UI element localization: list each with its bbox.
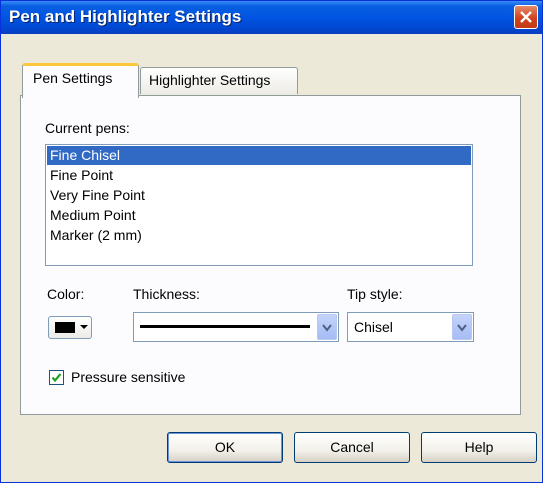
dialog-window: Pen and Highlighter Settings Pen Setting… <box>0 0 543 483</box>
tab-highlighter-settings-label: Highlighter Settings <box>149 72 271 88</box>
tip-style-dropdown[interactable]: Chisel <box>347 312 474 342</box>
list-item[interactable]: Very Fine Point <box>47 186 471 205</box>
checkmark-icon <box>51 373 62 383</box>
ok-button[interactable]: OK <box>167 432 283 463</box>
list-item[interactable]: Medium Point <box>47 206 471 225</box>
tab-panel: Current pens: Fine Chisel Fine Point Ver… <box>20 95 521 415</box>
color-swatch <box>55 322 75 333</box>
close-icon <box>520 11 532 23</box>
tip-style-label: Tip style: <box>347 286 403 302</box>
list-item[interactable]: Marker (2 mm) <box>47 226 471 245</box>
tab-pen-settings-label: Pen Settings <box>33 70 113 86</box>
list-item[interactable]: Fine Point <box>47 166 471 185</box>
tip-style-value: Chisel <box>354 319 393 335</box>
cancel-button[interactable]: Cancel <box>294 432 410 463</box>
current-pens-label: Current pens: <box>45 120 130 136</box>
list-item[interactable]: Fine Chisel <box>47 146 471 165</box>
thickness-dropdown[interactable] <box>133 312 339 342</box>
close-button[interactable] <box>514 5 538 29</box>
thickness-line-sample <box>140 325 310 328</box>
color-label: Color: <box>47 286 85 302</box>
tip-style-dropdown-arrow[interactable] <box>452 314 472 340</box>
thickness-label: Thickness: <box>133 286 200 302</box>
pressure-sensitive-checkbox[interactable] <box>49 370 64 385</box>
pens-listbox[interactable]: Fine Chisel Fine Point Very Fine Point M… <box>45 144 473 266</box>
pressure-sensitive-label[interactable]: Pressure sensitive <box>71 369 185 385</box>
chevron-down-icon <box>322 324 332 332</box>
color-picker-button[interactable] <box>48 316 92 339</box>
help-button[interactable]: Help <box>421 432 537 463</box>
window-title: Pen and Highlighter Settings <box>9 7 242 26</box>
thickness-dropdown-arrow[interactable] <box>317 314 337 340</box>
title-bar[interactable]: Pen and Highlighter Settings <box>1 1 542 34</box>
tab-highlighter-settings[interactable]: Highlighter Settings <box>140 67 298 94</box>
chevron-down-icon <box>80 325 88 329</box>
chevron-down-icon <box>457 324 467 332</box>
tab-pen-settings[interactable]: Pen Settings <box>22 63 139 98</box>
